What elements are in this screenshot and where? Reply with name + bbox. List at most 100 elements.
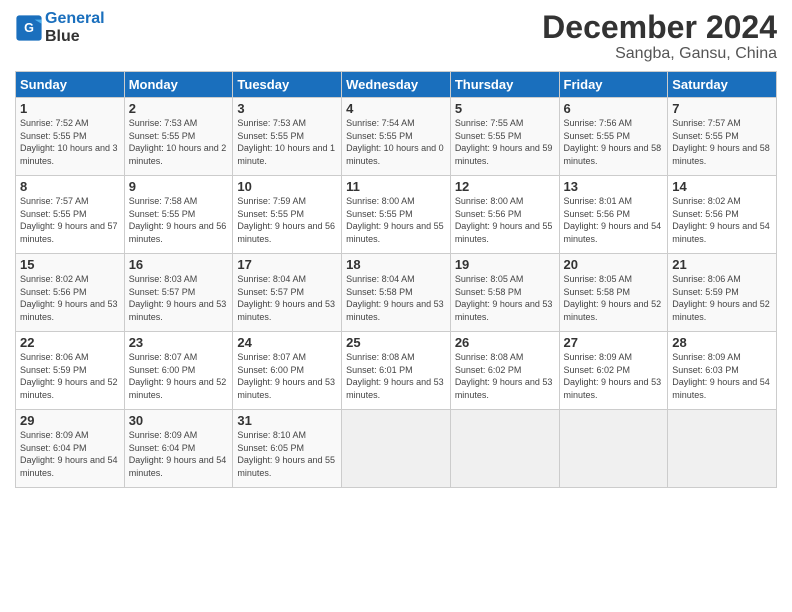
day-info: Sunrise: 7:57 AMSunset: 5:55 PMDaylight:…: [672, 117, 772, 167]
calendar-cell: [450, 410, 559, 488]
calendar-cell: 13Sunrise: 8:01 AMSunset: 5:56 PMDayligh…: [559, 176, 668, 254]
calendar-cell: 28Sunrise: 8:09 AMSunset: 6:03 PMDayligh…: [668, 332, 777, 410]
logo-general: General: [45, 10, 105, 27]
logo-text: General Blue: [45, 10, 105, 45]
day-number: 22: [20, 335, 120, 350]
col-header-thursday: Thursday: [450, 72, 559, 98]
calendar-cell: [668, 410, 777, 488]
calendar-cell: 21Sunrise: 8:06 AMSunset: 5:59 PMDayligh…: [668, 254, 777, 332]
calendar-cell: 12Sunrise: 8:00 AMSunset: 5:56 PMDayligh…: [450, 176, 559, 254]
calendar-cell: 11Sunrise: 8:00 AMSunset: 5:55 PMDayligh…: [342, 176, 451, 254]
day-number: 12: [455, 179, 555, 194]
day-info: Sunrise: 7:53 AMSunset: 5:55 PMDaylight:…: [237, 117, 337, 167]
day-number: 24: [237, 335, 337, 350]
title-block: December 2024 Sangba, Gansu, China: [542, 10, 777, 63]
logo-icon: G: [15, 14, 43, 42]
day-info: Sunrise: 8:05 AMSunset: 5:58 PMDaylight:…: [455, 273, 555, 323]
calendar-cell: [559, 410, 668, 488]
calendar-cell: 15Sunrise: 8:02 AMSunset: 5:56 PMDayligh…: [16, 254, 125, 332]
day-info: Sunrise: 7:56 AMSunset: 5:55 PMDaylight:…: [564, 117, 664, 167]
day-info: Sunrise: 8:07 AMSunset: 6:00 PMDaylight:…: [237, 351, 337, 401]
day-number: 14: [672, 179, 772, 194]
day-info: Sunrise: 8:06 AMSunset: 5:59 PMDaylight:…: [20, 351, 120, 401]
week-row-5: 29Sunrise: 8:09 AMSunset: 6:04 PMDayligh…: [16, 410, 777, 488]
logo-blue: Blue: [45, 28, 80, 45]
day-number: 6: [564, 101, 664, 116]
day-number: 15: [20, 257, 120, 272]
day-info: Sunrise: 7:59 AMSunset: 5:55 PMDaylight:…: [237, 195, 337, 245]
calendar-cell: 27Sunrise: 8:09 AMSunset: 6:02 PMDayligh…: [559, 332, 668, 410]
calendar-cell: 19Sunrise: 8:05 AMSunset: 5:58 PMDayligh…: [450, 254, 559, 332]
svg-text:G: G: [24, 21, 34, 35]
location-title: Sangba, Gansu, China: [542, 45, 777, 63]
calendar-cell: 26Sunrise: 8:08 AMSunset: 6:02 PMDayligh…: [450, 332, 559, 410]
header: G General Blue December 2024 Sangba, Gan…: [15, 10, 777, 63]
day-info: Sunrise: 8:01 AMSunset: 5:56 PMDaylight:…: [564, 195, 664, 245]
day-number: 18: [346, 257, 446, 272]
week-row-3: 15Sunrise: 8:02 AMSunset: 5:56 PMDayligh…: [16, 254, 777, 332]
day-number: 8: [20, 179, 120, 194]
col-header-saturday: Saturday: [668, 72, 777, 98]
day-info: Sunrise: 7:53 AMSunset: 5:55 PMDaylight:…: [129, 117, 229, 167]
day-number: 11: [346, 179, 446, 194]
day-info: Sunrise: 8:07 AMSunset: 6:00 PMDaylight:…: [129, 351, 229, 401]
day-number: 20: [564, 257, 664, 272]
day-number: 17: [237, 257, 337, 272]
day-info: Sunrise: 8:03 AMSunset: 5:57 PMDaylight:…: [129, 273, 229, 323]
day-number: 13: [564, 179, 664, 194]
day-number: 5: [455, 101, 555, 116]
day-info: Sunrise: 7:57 AMSunset: 5:55 PMDaylight:…: [20, 195, 120, 245]
calendar-cell: 3Sunrise: 7:53 AMSunset: 5:55 PMDaylight…: [233, 98, 342, 176]
day-number: 29: [20, 413, 120, 428]
day-number: 7: [672, 101, 772, 116]
day-info: Sunrise: 7:52 AMSunset: 5:55 PMDaylight:…: [20, 117, 120, 167]
calendar-cell: 4Sunrise: 7:54 AMSunset: 5:55 PMDaylight…: [342, 98, 451, 176]
day-info: Sunrise: 8:09 AMSunset: 6:02 PMDaylight:…: [564, 351, 664, 401]
month-title: December 2024: [542, 10, 777, 45]
day-info: Sunrise: 7:54 AMSunset: 5:55 PMDaylight:…: [346, 117, 446, 167]
week-row-4: 22Sunrise: 8:06 AMSunset: 5:59 PMDayligh…: [16, 332, 777, 410]
col-header-monday: Monday: [124, 72, 233, 98]
day-info: Sunrise: 8:10 AMSunset: 6:05 PMDaylight:…: [237, 429, 337, 479]
calendar-cell: [342, 410, 451, 488]
day-info: Sunrise: 8:09 AMSunset: 6:04 PMDaylight:…: [129, 429, 229, 479]
day-info: Sunrise: 8:09 AMSunset: 6:03 PMDaylight:…: [672, 351, 772, 401]
calendar-cell: 5Sunrise: 7:55 AMSunset: 5:55 PMDaylight…: [450, 98, 559, 176]
day-info: Sunrise: 7:55 AMSunset: 5:55 PMDaylight:…: [455, 117, 555, 167]
col-header-wednesday: Wednesday: [342, 72, 451, 98]
day-info: Sunrise: 8:00 AMSunset: 5:55 PMDaylight:…: [346, 195, 446, 245]
calendar-cell: 23Sunrise: 8:07 AMSunset: 6:00 PMDayligh…: [124, 332, 233, 410]
calendar-cell: 20Sunrise: 8:05 AMSunset: 5:58 PMDayligh…: [559, 254, 668, 332]
day-number: 31: [237, 413, 337, 428]
calendar-cell: 2Sunrise: 7:53 AMSunset: 5:55 PMDaylight…: [124, 98, 233, 176]
page-container: G General Blue December 2024 Sangba, Gan…: [0, 0, 792, 498]
day-number: 4: [346, 101, 446, 116]
calendar-cell: 17Sunrise: 8:04 AMSunset: 5:57 PMDayligh…: [233, 254, 342, 332]
col-header-tuesday: Tuesday: [233, 72, 342, 98]
calendar-cell: 10Sunrise: 7:59 AMSunset: 5:55 PMDayligh…: [233, 176, 342, 254]
calendar-cell: 31Sunrise: 8:10 AMSunset: 6:05 PMDayligh…: [233, 410, 342, 488]
day-info: Sunrise: 8:09 AMSunset: 6:04 PMDaylight:…: [20, 429, 120, 479]
day-number: 9: [129, 179, 229, 194]
calendar-cell: 16Sunrise: 8:03 AMSunset: 5:57 PMDayligh…: [124, 254, 233, 332]
day-number: 27: [564, 335, 664, 350]
day-info: Sunrise: 8:02 AMSunset: 5:56 PMDaylight:…: [20, 273, 120, 323]
calendar-cell: 1Sunrise: 7:52 AMSunset: 5:55 PMDaylight…: [16, 98, 125, 176]
day-info: Sunrise: 8:02 AMSunset: 5:56 PMDaylight:…: [672, 195, 772, 245]
day-number: 3: [237, 101, 337, 116]
week-row-2: 8Sunrise: 7:57 AMSunset: 5:55 PMDaylight…: [16, 176, 777, 254]
day-info: Sunrise: 8:04 AMSunset: 5:57 PMDaylight:…: [237, 273, 337, 323]
logo: G General Blue: [15, 10, 105, 45]
calendar-table: SundayMondayTuesdayWednesdayThursdayFrid…: [15, 71, 777, 488]
calendar-cell: 18Sunrise: 8:04 AMSunset: 5:58 PMDayligh…: [342, 254, 451, 332]
day-number: 10: [237, 179, 337, 194]
day-info: Sunrise: 8:05 AMSunset: 5:58 PMDaylight:…: [564, 273, 664, 323]
day-info: Sunrise: 8:00 AMSunset: 5:56 PMDaylight:…: [455, 195, 555, 245]
day-info: Sunrise: 8:08 AMSunset: 6:02 PMDaylight:…: [455, 351, 555, 401]
day-number: 28: [672, 335, 772, 350]
calendar-cell: 9Sunrise: 7:58 AMSunset: 5:55 PMDaylight…: [124, 176, 233, 254]
day-number: 25: [346, 335, 446, 350]
calendar-cell: 14Sunrise: 8:02 AMSunset: 5:56 PMDayligh…: [668, 176, 777, 254]
day-number: 1: [20, 101, 120, 116]
calendar-cell: 30Sunrise: 8:09 AMSunset: 6:04 PMDayligh…: [124, 410, 233, 488]
